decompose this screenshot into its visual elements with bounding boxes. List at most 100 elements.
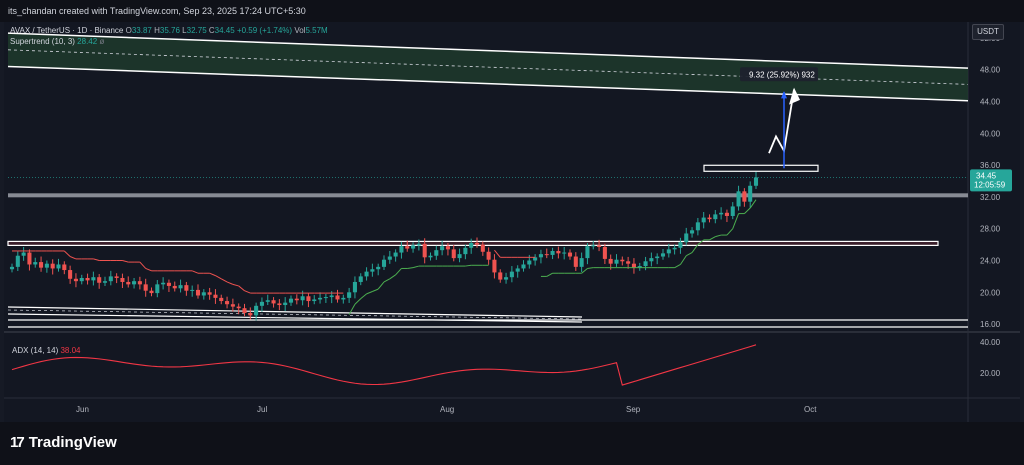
tradingview-logo[interactable]: 17 TradingView — [10, 434, 117, 451]
candle-body[interactable] — [143, 284, 148, 291]
candle-body[interactable] — [207, 292, 212, 295]
candle-body[interactable] — [108, 276, 113, 282]
candle-body[interactable] — [434, 250, 439, 256]
candle-body[interactable] — [132, 281, 137, 285]
candle-body[interactable] — [724, 212, 729, 216]
candle-body[interactable] — [230, 304, 235, 307]
candle-body[interactable] — [56, 264, 61, 269]
candle-body[interactable] — [695, 222, 700, 231]
candle-body[interactable] — [474, 243, 480, 245]
candle-body[interactable] — [690, 230, 695, 234]
candle-body[interactable] — [463, 247, 468, 255]
candle-body[interactable] — [364, 271, 369, 277]
candle-body[interactable] — [184, 285, 189, 291]
candle-body[interactable] — [294, 298, 299, 301]
candle-body[interactable] — [556, 250, 561, 254]
candle-body[interactable] — [451, 249, 456, 259]
candle-body[interactable] — [50, 263, 55, 269]
candle-body[interactable] — [288, 298, 294, 303]
candle-body[interactable] — [318, 297, 323, 300]
candle-body[interactable] — [422, 243, 427, 258]
candle-body[interactable] — [602, 246, 607, 259]
candle-body[interactable] — [114, 276, 119, 278]
candle-body[interactable] — [242, 308, 247, 313]
candle-body[interactable] — [33, 262, 38, 265]
candle-body[interactable] — [626, 261, 631, 264]
candle-body[interactable] — [719, 212, 724, 215]
candle-body[interactable] — [195, 289, 201, 296]
candle-body[interactable] — [306, 296, 311, 302]
candle-body[interactable] — [411, 245, 416, 249]
candle-body[interactable] — [527, 260, 532, 265]
candle-body[interactable] — [480, 244, 485, 252]
candle-body[interactable] — [445, 246, 450, 250]
eye-slash-icon[interactable]: ø — [99, 37, 104, 46]
candle-body[interactable] — [713, 214, 718, 220]
candle-body[interactable] — [649, 258, 654, 262]
candle-body[interactable] — [27, 252, 32, 265]
candle-body[interactable] — [341, 297, 346, 300]
candle-body[interactable] — [271, 300, 276, 304]
candle-body[interactable] — [102, 281, 108, 283]
price-chart[interactable]: 52.0048.0044.0040.0036.0032.0028.0024.00… — [4, 22, 1020, 422]
candle-body[interactable] — [457, 254, 462, 259]
candle-body[interactable] — [312, 299, 317, 302]
candle-body[interactable] — [73, 278, 78, 282]
support-band[interactable] — [8, 193, 968, 198]
candle-body[interactable] — [358, 276, 363, 282]
candle-body[interactable] — [550, 250, 555, 255]
candle-body[interactable] — [428, 255, 433, 258]
candle-body[interactable] — [440, 246, 445, 251]
chart-area[interactable]: 52.0048.0044.0040.0036.0032.0028.0024.00… — [4, 22, 1020, 422]
candle-body[interactable] — [405, 246, 410, 249]
candle-body[interactable] — [416, 243, 421, 246]
candle-body[interactable] — [172, 285, 177, 289]
candle-body[interactable] — [730, 206, 735, 216]
candle-body[interactable] — [201, 292, 206, 296]
candle-body[interactable] — [265, 300, 270, 302]
candle-body[interactable] — [219, 297, 224, 302]
candle-body[interactable] — [370, 269, 375, 272]
candle-body[interactable] — [521, 264, 526, 269]
candle-body[interactable] — [597, 245, 602, 247]
candle-body[interactable] — [660, 253, 666, 257]
candle-body[interactable] — [399, 246, 404, 253]
candle-body[interactable] — [579, 258, 584, 267]
candle-body[interactable] — [492, 259, 497, 273]
candle-body[interactable] — [742, 191, 747, 202]
candle-body[interactable] — [486, 251, 491, 260]
candle-body[interactable] — [68, 270, 73, 279]
candle-body[interactable] — [190, 289, 195, 291]
candle-body[interactable] — [323, 297, 328, 299]
candle-body[interactable] — [387, 256, 392, 260]
candle-body[interactable] — [655, 256, 660, 259]
candle-body[interactable] — [166, 282, 171, 286]
candle-body[interactable] — [684, 233, 689, 243]
candle-body[interactable] — [248, 312, 253, 316]
candle-body[interactable] — [585, 246, 590, 259]
candle-body[interactable] — [91, 277, 96, 281]
candle-body[interactable] — [329, 295, 334, 298]
candle-body[interactable] — [498, 272, 503, 280]
candle-body[interactable] — [225, 301, 230, 305]
candle-body[interactable] — [178, 285, 183, 289]
candle-body[interactable] — [573, 256, 578, 267]
candle-body[interactable] — [376, 266, 381, 270]
candle-body[interactable] — [748, 185, 753, 202]
candle-body[interactable] — [631, 263, 636, 268]
candle-body[interactable] — [701, 217, 706, 223]
candle-body[interactable] — [544, 254, 549, 256]
candle-body[interactable] — [62, 264, 67, 271]
candle-body[interactable] — [608, 258, 613, 264]
candle-body[interactable] — [21, 252, 26, 256]
candle-body[interactable] — [85, 277, 90, 281]
candle-body[interactable] — [672, 247, 677, 250]
candle-body[interactable] — [381, 259, 387, 267]
candle-body[interactable] — [347, 292, 352, 298]
candle-body[interactable] — [504, 277, 509, 280]
candle-body[interactable] — [393, 252, 398, 257]
candle-body[interactable] — [666, 249, 671, 254]
candle-body[interactable] — [149, 290, 154, 294]
legend-symbol[interactable]: AVAX / TetherUS · 1D · Binance — [10, 26, 123, 35]
candle-body[interactable] — [39, 262, 44, 268]
